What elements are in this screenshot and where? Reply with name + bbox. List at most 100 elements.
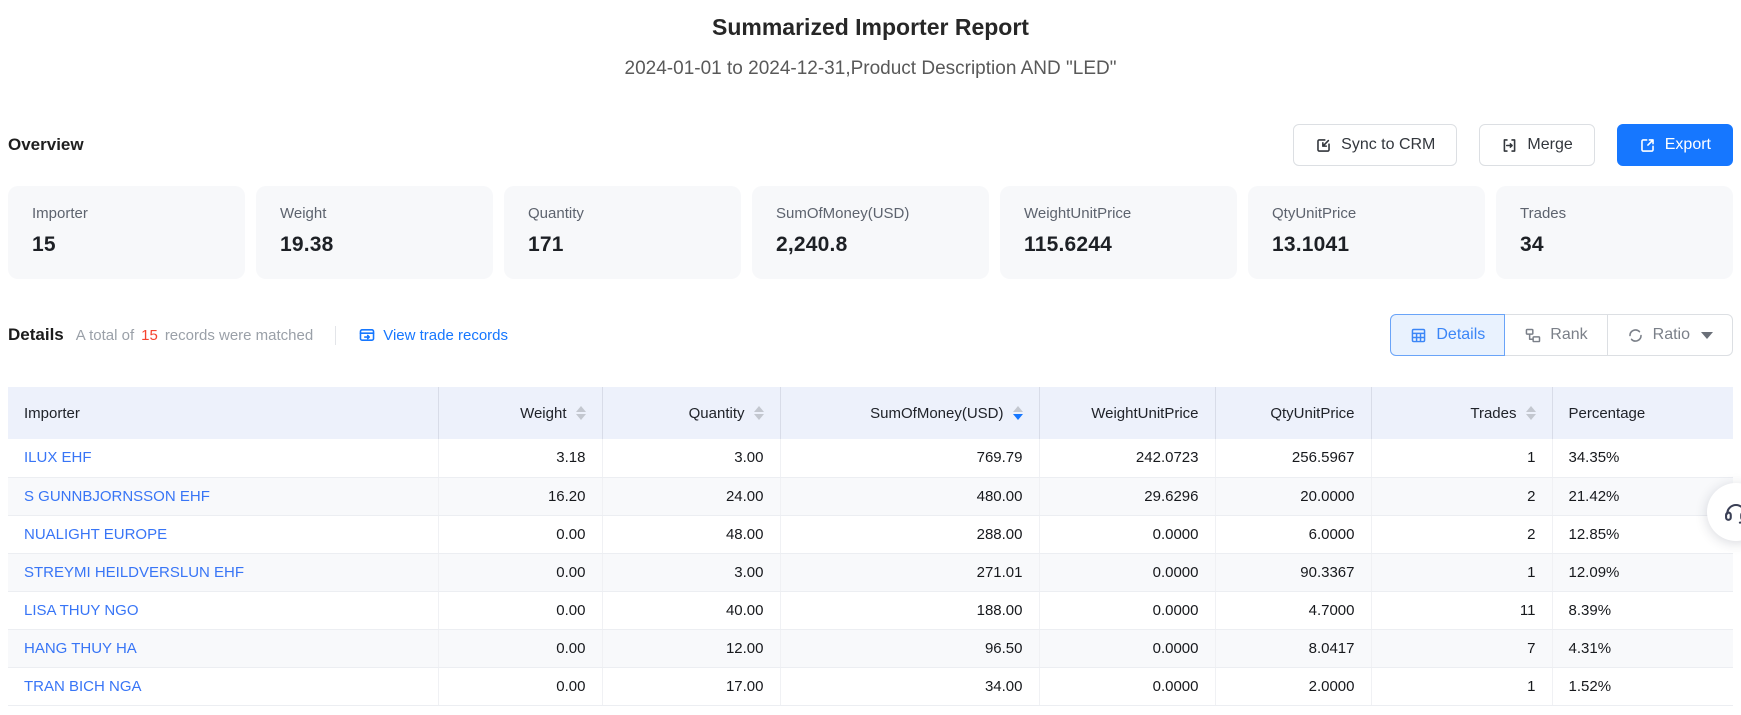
cell-quantity: 24.00	[602, 477, 780, 515]
table-row: ILUX EHF 3.18 3.00 769.79 242.0723 256.5…	[8, 439, 1733, 477]
importer-link[interactable]: HANG THUY HA	[24, 640, 137, 657]
cell-qty-unit-price: 256.5967	[1215, 439, 1371, 477]
cell-weight-unit-price: 242.0723	[1039, 439, 1215, 477]
table-row: S GUNNBJORNSSON EHF 16.20 24.00 480.00 2…	[8, 477, 1733, 515]
column-label: Trades	[1470, 405, 1516, 422]
cell-percentage: 1.52%	[1552, 667, 1733, 705]
sync-icon	[1315, 137, 1332, 154]
cell-weight: 3.18	[438, 439, 602, 477]
table-row: TRAN BICH NGA 0.00 17.00 34.00 0.0000 2.…	[8, 667, 1733, 705]
column-header-quantity[interactable]: Quantity	[602, 387, 780, 439]
sort-icon[interactable]	[1526, 406, 1536, 420]
cell-sum-of-money: 480.00	[780, 477, 1039, 515]
importer-link[interactable]: TRAN BICH NGA	[24, 678, 142, 695]
cell-importer: STREYMI HEILDVERSLUN EHF	[8, 553, 438, 591]
sort-icon[interactable]	[576, 406, 586, 420]
column-header-weight[interactable]: Weight	[438, 387, 602, 439]
column-header-percentage: Percentage	[1552, 387, 1733, 439]
stat-value: 115.6244	[1024, 233, 1213, 257]
tab-details[interactable]: Details	[1390, 314, 1505, 356]
cell-trades: 1	[1371, 667, 1552, 705]
details-summary: Details A total of 15 records were match…	[8, 325, 508, 345]
cell-trades: 2	[1371, 515, 1552, 553]
column-label: Weight	[520, 405, 566, 422]
cell-sum-of-money: 96.50	[780, 629, 1039, 667]
stat-card-weight-unit-price: WeightUnitPrice 115.6244	[1000, 186, 1237, 279]
cell-weight: 0.00	[438, 667, 602, 705]
cell-importer: HANG THUY HA	[8, 629, 438, 667]
cell-quantity: 40.00	[602, 591, 780, 629]
column-label: Percentage	[1569, 405, 1646, 422]
overview-stat-cards: Importer 15 Weight 19.38 Quantity 171 Su…	[8, 186, 1733, 279]
view-trade-records-label: View trade records	[383, 327, 508, 344]
tab-details-label: Details	[1436, 326, 1485, 344]
sync-to-crm-button[interactable]: Sync to CRM	[1293, 124, 1457, 166]
cell-qty-unit-price: 20.0000	[1215, 477, 1371, 515]
stat-label: Quantity	[528, 205, 717, 222]
stat-label: Trades	[1520, 205, 1709, 222]
column-header-trades[interactable]: Trades	[1371, 387, 1552, 439]
headset-icon	[1722, 498, 1741, 526]
column-header-qty-unit-price: QtyUnitPrice	[1215, 387, 1371, 439]
cell-sum-of-money: 188.00	[780, 591, 1039, 629]
cell-percentage: 12.09%	[1552, 553, 1733, 591]
details-bar: Details A total of 15 records were match…	[8, 314, 1733, 356]
ratio-refresh-icon	[1627, 327, 1644, 344]
column-label: WeightUnitPrice	[1091, 405, 1198, 422]
importer-link[interactable]: NUALIGHT EUROPE	[24, 526, 167, 543]
stat-value: 34	[1520, 233, 1709, 257]
cell-qty-unit-price: 8.0417	[1215, 629, 1371, 667]
cell-trades: 2	[1371, 477, 1552, 515]
cell-percentage: 8.39%	[1552, 591, 1733, 629]
cell-importer: LISA THUY NGO	[8, 591, 438, 629]
stat-card-qty-unit-price: QtyUnitPrice 13.1041	[1248, 186, 1485, 279]
tab-rank[interactable]: Rank	[1504, 314, 1607, 356]
sort-icon[interactable]	[754, 406, 764, 420]
cell-trades: 1	[1371, 553, 1552, 591]
cell-quantity: 12.00	[602, 629, 780, 667]
stat-card-importer: Importer 15	[8, 186, 245, 279]
rank-icon	[1524, 327, 1541, 344]
cell-weight-unit-price: 0.0000	[1039, 629, 1215, 667]
importer-link[interactable]: LISA THUY NGO	[24, 602, 139, 619]
table-row: LISA THUY NGO 0.00 40.00 188.00 0.0000 4…	[8, 591, 1733, 629]
importer-link[interactable]: STREYMI HEILDVERSLUN EHF	[24, 564, 244, 581]
stat-label: Weight	[280, 205, 469, 222]
match-suffix: records were matched	[165, 327, 313, 344]
cell-importer: TRAN BICH NGA	[8, 667, 438, 705]
export-button[interactable]: Export	[1617, 124, 1733, 166]
cell-sum-of-money: 34.00	[780, 667, 1039, 705]
table-grid-icon	[1410, 327, 1427, 344]
vertical-divider	[335, 326, 336, 345]
importer-link[interactable]: S GUNNBJORNSSON EHF	[24, 488, 210, 505]
view-switch: Details Rank	[1390, 314, 1733, 356]
cell-weight-unit-price: 0.0000	[1039, 553, 1215, 591]
cell-percentage: 4.31%	[1552, 629, 1733, 667]
column-header-weight-unit-price: WeightUnitPrice	[1039, 387, 1215, 439]
cell-weight: 0.00	[438, 629, 602, 667]
sort-icon-desc-active[interactable]	[1013, 406, 1023, 420]
merge-button[interactable]: Merge	[1479, 124, 1594, 166]
cell-weight: 0.00	[438, 515, 602, 553]
sync-to-crm-label: Sync to CRM	[1341, 136, 1435, 154]
stat-label: Importer	[32, 205, 221, 222]
stat-value: 15	[32, 233, 221, 257]
importer-report-page: Summarized Importer Report 2024-01-01 to…	[0, 0, 1741, 706]
column-label: Quantity	[689, 405, 745, 422]
match-prefix: A total of	[76, 327, 134, 344]
cell-weight-unit-price: 0.0000	[1039, 515, 1215, 553]
importer-link[interactable]: ILUX EHF	[24, 449, 92, 466]
column-label: Importer	[24, 405, 80, 422]
report-query-subtitle: 2024-01-01 to 2024-12-31,Product Descrip…	[8, 58, 1733, 80]
cell-qty-unit-price: 2.0000	[1215, 667, 1371, 705]
cell-sum-of-money: 288.00	[780, 515, 1039, 553]
cell-importer: NUALIGHT EUROPE	[8, 515, 438, 553]
tab-ratio[interactable]: Ratio	[1607, 314, 1733, 356]
view-trade-records-link[interactable]: View trade records	[358, 326, 508, 344]
cell-percentage: 12.85%	[1552, 515, 1733, 553]
cell-weight-unit-price: 29.6296	[1039, 477, 1215, 515]
toolbar-buttons: Sync to CRM Merge	[1293, 124, 1733, 166]
cell-weight-unit-price: 0.0000	[1039, 591, 1215, 629]
stat-value: 171	[528, 233, 717, 257]
column-header-sum-of-money[interactable]: SumOfMoney(USD)	[780, 387, 1039, 439]
